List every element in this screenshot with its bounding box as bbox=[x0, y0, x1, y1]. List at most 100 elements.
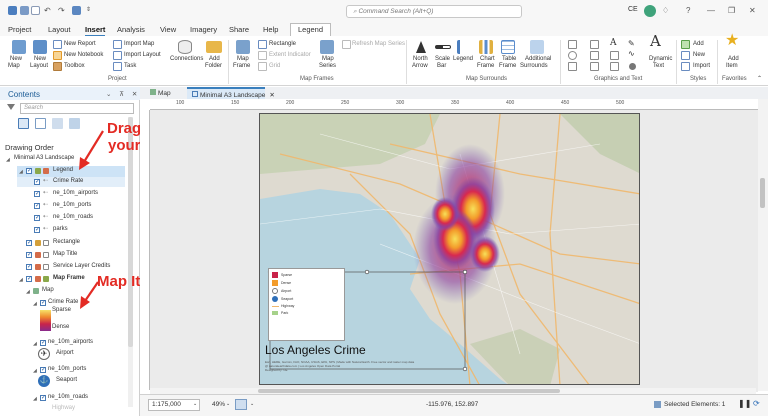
dynamic-text-button[interactable]: Dynamic bbox=[649, 56, 672, 63]
menu-share[interactable]: Share bbox=[229, 25, 249, 34]
graphic-gallery-icon[interactable] bbox=[568, 40, 577, 49]
expand-icon[interactable]: ◢ bbox=[33, 396, 37, 402]
command-search-input[interactable]: ⌕ Command Search (Alt+Q) bbox=[346, 5, 522, 18]
north-arrow-button[interactable]: North bbox=[413, 56, 428, 63]
zoom-value[interactable]: 49% bbox=[212, 401, 225, 408]
customize-icon[interactable]: ⇕ bbox=[86, 6, 91, 13]
new-style-button[interactable]: New bbox=[693, 52, 705, 59]
redo-icon[interactable]: ↷ bbox=[58, 6, 65, 15]
menu-legend[interactable]: Legend bbox=[290, 23, 332, 36]
circle-graphic-icon[interactable] bbox=[568, 51, 577, 60]
undo-icon[interactable]: ↶ bbox=[44, 6, 51, 15]
bell-icon[interactable]: ♢ bbox=[662, 6, 669, 15]
curve-icon[interactable]: ∿ bbox=[628, 50, 635, 58]
visibility-checkbox[interactable]: ✓ bbox=[40, 395, 46, 401]
list-by-source-icon[interactable] bbox=[35, 118, 46, 129]
visibility-checkbox[interactable]: ✓ bbox=[34, 179, 40, 185]
page-extent-icon[interactable] bbox=[235, 399, 247, 410]
layout-legend[interactable]: Sparse Dense Airport Seaport Highway Par… bbox=[268, 268, 345, 341]
window-icon[interactable] bbox=[72, 6, 81, 15]
add-style-button[interactable]: Add bbox=[693, 41, 704, 48]
layout-page[interactable]: Sparse Dense Airport Seaport Highway Par… bbox=[259, 113, 640, 385]
visibility-checkbox[interactable]: ✓ bbox=[40, 367, 46, 373]
menu-layout[interactable]: Layout bbox=[48, 25, 71, 34]
visibility-checkbox[interactable]: ✓ bbox=[26, 276, 32, 282]
list-by-drawing-order-icon[interactable] bbox=[18, 118, 29, 129]
visibility-checkbox[interactable]: ✓ bbox=[40, 300, 46, 306]
layout-map-title[interactable]: Los Angeles Crime bbox=[265, 343, 366, 357]
visibility-checkbox[interactable]: ✓ bbox=[26, 168, 32, 174]
close-tab-icon[interactable]: ✕ bbox=[269, 92, 274, 99]
rectangle-button[interactable]: Rectangle bbox=[269, 41, 296, 48]
visibility-checkbox[interactable]: ✓ bbox=[26, 264, 32, 270]
import-map-button[interactable]: Import Map bbox=[124, 41, 154, 48]
refresh-icon[interactable]: ⟳ bbox=[753, 399, 760, 408]
expand-icon[interactable]: ◢ bbox=[33, 368, 37, 374]
pen-icon[interactable]: ✎ bbox=[628, 40, 635, 48]
tab-minimal-a3-landscape[interactable]: Minimal A3 Landscape ✕ bbox=[187, 87, 275, 99]
legend-button[interactable]: Legend bbox=[453, 56, 473, 63]
new-layout-button[interactable]: New bbox=[34, 56, 46, 63]
chevron-down-icon[interactable]: ⌄ bbox=[226, 401, 230, 407]
scale-bar-button[interactable]: Scale bbox=[435, 56, 450, 63]
graphic-gallery-icon[interactable] bbox=[610, 62, 619, 71]
map-series-button[interactable]: Map bbox=[322, 56, 334, 63]
visibility-checkbox[interactable]: ✓ bbox=[34, 227, 40, 233]
collapse-ribbon-icon[interactable]: ⌃ bbox=[757, 76, 762, 83]
tree-node-map[interactable]: Map bbox=[42, 286, 54, 295]
tree-node-ports-layer[interactable]: ne_10m_ports bbox=[48, 365, 86, 374]
save-icon[interactable] bbox=[20, 6, 29, 15]
list-by-selection-icon[interactable] bbox=[52, 118, 63, 129]
point-graphic-icon[interactable] bbox=[629, 63, 636, 70]
tree-node-airports-layer[interactable]: ne_10m_airports bbox=[48, 338, 93, 347]
connections-button[interactable]: Connections bbox=[170, 56, 203, 63]
chevron-down-icon[interactable]: ⌄ bbox=[250, 401, 254, 407]
new-notebook-button[interactable]: New Notebook bbox=[64, 52, 103, 59]
tree-node-roads-layer[interactable]: ne_10m_roads bbox=[48, 393, 88, 402]
menu-project[interactable]: Project bbox=[8, 25, 31, 34]
visibility-checkbox[interactable]: ✓ bbox=[34, 191, 40, 197]
expand-icon[interactable]: ◢ bbox=[19, 277, 23, 283]
tree-node-parks-legend-item[interactable]: parks bbox=[53, 225, 68, 234]
visibility-checkbox[interactable]: ✓ bbox=[34, 203, 40, 209]
new-map-button[interactable]: New bbox=[10, 56, 22, 63]
restore-icon[interactable]: ❐ bbox=[728, 6, 735, 15]
visibility-checkbox[interactable]: ✓ bbox=[26, 240, 32, 246]
tree-node-rectangle[interactable]: Rectangle bbox=[53, 238, 80, 247]
filter-icon[interactable] bbox=[7, 104, 15, 110]
tree-node-service-layer-credits[interactable]: Service Layer Credits bbox=[53, 262, 110, 271]
menu-help[interactable]: Help bbox=[263, 25, 278, 34]
user-initials[interactable]: CE bbox=[628, 6, 638, 13]
additional-surrounds-button[interactable]: Additional bbox=[525, 56, 551, 63]
menu-imagery[interactable]: Imagery bbox=[190, 25, 217, 34]
tree-node-ports-legend-item[interactable]: ne_10m_ports bbox=[53, 201, 91, 210]
chevron-down-icon[interactable]: ⌄ bbox=[193, 401, 197, 407]
tree-node-map-title[interactable]: Map Title bbox=[53, 250, 77, 259]
visibility-checkbox[interactable]: ✓ bbox=[26, 252, 32, 258]
menu-view[interactable]: View bbox=[160, 25, 176, 34]
task-button[interactable]: Task bbox=[124, 63, 136, 70]
visibility-checkbox[interactable]: ✓ bbox=[40, 340, 46, 346]
tree-node-airports-legend-item[interactable]: ne_10m_airports bbox=[53, 189, 98, 198]
graphic-gallery-icon[interactable] bbox=[590, 62, 599, 71]
minimize-icon[interactable]: — bbox=[707, 6, 715, 15]
graphic-gallery-icon[interactable] bbox=[610, 51, 619, 60]
grid-button[interactable]: Grid bbox=[269, 63, 280, 70]
visibility-checkbox[interactable]: ✓ bbox=[34, 215, 40, 221]
expand-icon[interactable]: ◢ bbox=[33, 301, 37, 307]
close-icon[interactable]: ✕ bbox=[749, 6, 756, 15]
extent-indicator-button[interactable]: Extent Indicator bbox=[269, 52, 311, 59]
expand-icon[interactable]: ◢ bbox=[33, 341, 37, 347]
graphic-gallery-icon[interactable] bbox=[568, 62, 577, 71]
tree-node-roads-legend-item[interactable]: ne_10m_roads bbox=[53, 213, 93, 222]
add-folder-button[interactable]: Add bbox=[209, 56, 220, 63]
canvas-scrollbar[interactable] bbox=[760, 178, 765, 208]
pause-icon[interactable]: ❚❚ bbox=[738, 399, 751, 408]
toolbox-button[interactable]: Toolbox bbox=[64, 63, 85, 70]
menu-analysis[interactable]: Analysis bbox=[117, 25, 145, 34]
graphic-gallery-icon[interactable] bbox=[590, 51, 599, 60]
refresh-map-series-button[interactable]: Refresh Map Series bbox=[352, 41, 405, 48]
map-frame-button[interactable]: Map bbox=[237, 56, 249, 63]
tree-node-layout[interactable]: Minimal A3 Landscape bbox=[14, 154, 74, 163]
canvas-hscroll[interactable] bbox=[258, 389, 560, 393]
